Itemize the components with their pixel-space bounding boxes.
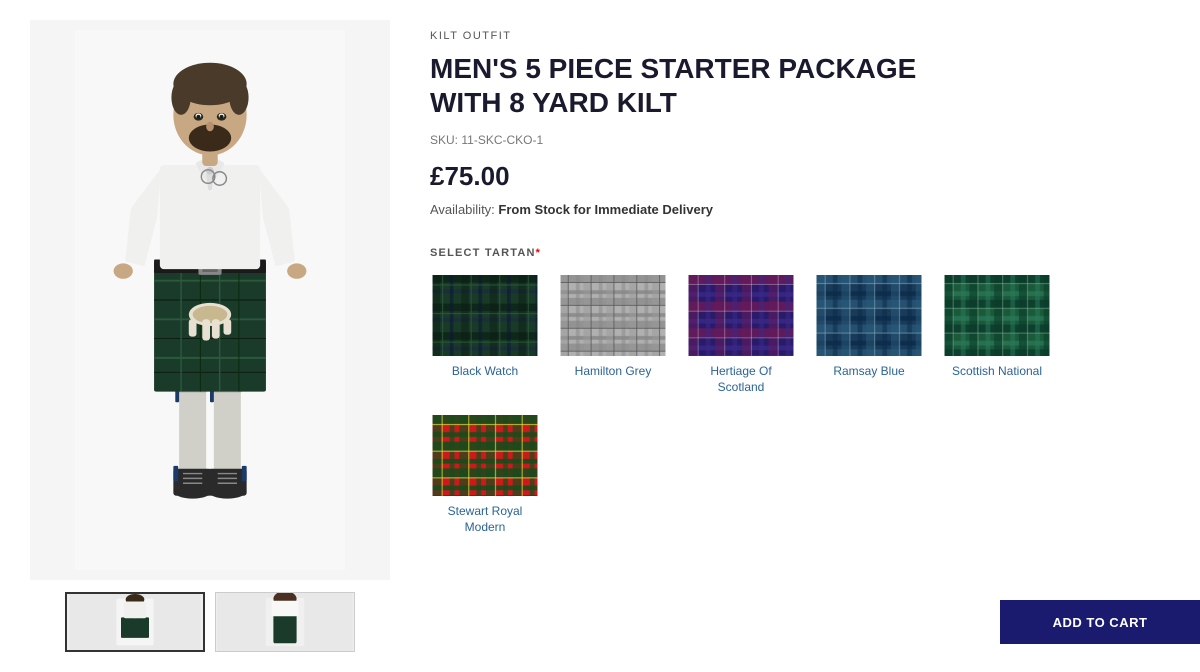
tartan-item-hamilton-grey[interactable]: Hamilton Grey bbox=[558, 273, 668, 395]
product-detail-panel: KILT OUTFIT MEN'S 5 PIECE STARTER PACKAG… bbox=[400, 20, 1180, 652]
tartan-name-black-watch: Black Watch bbox=[452, 364, 518, 380]
tartan-swatch-hamilton-grey bbox=[558, 273, 668, 358]
sku-value: 11-SKC-CKO-1 bbox=[461, 133, 543, 147]
tartan-item-scottish-national[interactable]: Scottish National bbox=[942, 273, 1052, 395]
tartan-name-ramsay-blue: Ramsay Blue bbox=[833, 364, 904, 380]
tartan-item-heritage-of-scotland[interactable]: Hertiage Of Scotland bbox=[686, 273, 796, 395]
category-label: KILT OUTFIT bbox=[430, 30, 1150, 42]
main-product-image bbox=[30, 20, 390, 580]
product-image-panel bbox=[20, 20, 400, 652]
tartan-name-scottish-national: Scottish National bbox=[952, 364, 1042, 380]
availability: Availability: From Stock for Immediate D… bbox=[430, 202, 1150, 217]
availability-label: Availability: bbox=[430, 202, 495, 217]
tartan-swatch-heritage-of-scotland bbox=[686, 273, 796, 358]
tartan-grid: Black Watch Hamilton Grey bbox=[430, 273, 1150, 535]
tartan-swatch-ramsay-blue bbox=[814, 273, 924, 358]
product-price: £75.00 bbox=[430, 161, 1150, 192]
availability-value: From Stock for Immediate Delivery bbox=[498, 202, 713, 217]
tartan-name-stewart-royal-modern: Stewart Royal Modern bbox=[430, 504, 540, 535]
tartan-item-black-watch[interactable]: Black Watch bbox=[430, 273, 540, 395]
tartan-item-ramsay-blue[interactable]: Ramsay Blue bbox=[814, 273, 924, 395]
tartan-swatch-black-watch bbox=[430, 273, 540, 358]
add-to-cart-button[interactable]: ADD TO CART bbox=[1033, 615, 1168, 630]
product-sku: SKU: 11-SKC-CKO-1 bbox=[430, 133, 1150, 147]
tartan-item-stewart-royal-modern[interactable]: Stewart Royal Modern bbox=[430, 413, 540, 535]
tartan-name-hamilton-grey: Hamilton Grey bbox=[575, 364, 652, 380]
tartan-section-label: SELECT TARTAN* bbox=[430, 247, 1150, 259]
sku-label: SKU: bbox=[430, 133, 458, 147]
product-title: MEN'S 5 PIECE STARTER PACKAGE WITH 8 YAR… bbox=[430, 52, 930, 119]
tartan-swatch-stewart-royal-modern bbox=[430, 413, 540, 498]
thumbnail-2[interactable] bbox=[215, 592, 355, 652]
kilt-model-illustration bbox=[70, 30, 350, 570]
thumbnail-1[interactable] bbox=[65, 592, 205, 652]
tartan-name-heritage-of-scotland: Hertiage Of Scotland bbox=[686, 364, 796, 395]
tartan-section: SELECT TARTAN* Black Watch bbox=[430, 247, 1150, 535]
add-to-cart-bar: ADD TO CART bbox=[1000, 600, 1200, 644]
thumbnail-gallery bbox=[65, 592, 355, 652]
tartan-swatch-scottish-national bbox=[942, 273, 1052, 358]
